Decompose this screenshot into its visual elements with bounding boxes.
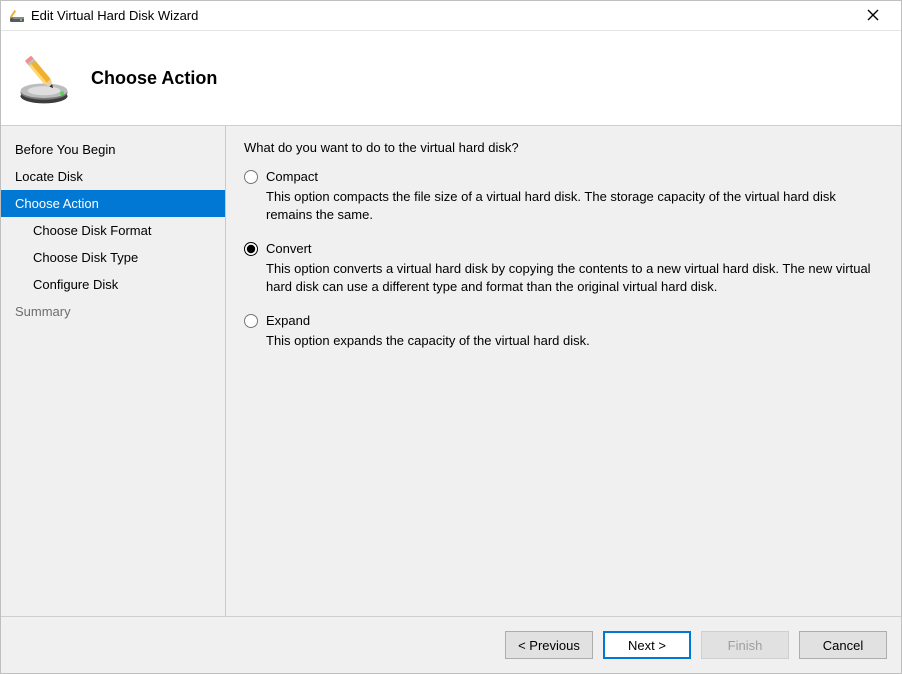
close-button[interactable] bbox=[853, 2, 893, 30]
wizard-window: Edit Virtual Hard Disk Wizard bbox=[0, 0, 902, 674]
disk-pencil-icon bbox=[15, 49, 73, 107]
option-label: Expand bbox=[266, 313, 310, 328]
radio-expand[interactable] bbox=[244, 314, 258, 328]
wizard-header: Choose Action bbox=[1, 31, 901, 126]
next-button[interactable]: Next > bbox=[603, 631, 691, 659]
option-compact-row[interactable]: Compact bbox=[244, 169, 883, 184]
sidebar-item-label: Configure Disk bbox=[33, 277, 118, 292]
wizard-content: What do you want to do to the virtual ha… bbox=[226, 126, 901, 616]
option-description: This option converts a virtual hard disk… bbox=[266, 260, 883, 295]
option-convert: Convert This option converts a virtual ha… bbox=[244, 241, 883, 295]
previous-button[interactable]: < Previous bbox=[505, 631, 593, 659]
sidebar-item-label: Summary bbox=[15, 304, 71, 319]
sidebar-item-label: Choose Disk Format bbox=[33, 223, 151, 238]
sidebar-item-choose-disk-type[interactable]: Choose Disk Type bbox=[1, 244, 225, 271]
sidebar-item-choose-action[interactable]: Choose Action bbox=[1, 190, 225, 217]
sidebar-item-configure-disk[interactable]: Configure Disk bbox=[1, 271, 225, 298]
titlebar: Edit Virtual Hard Disk Wizard bbox=[1, 1, 901, 31]
window-title: Edit Virtual Hard Disk Wizard bbox=[31, 8, 853, 23]
button-bar: < Previous Next > Finish Cancel bbox=[1, 616, 901, 673]
action-options: Compact This option compacts the file siz… bbox=[244, 169, 883, 350]
option-compact: Compact This option compacts the file siz… bbox=[244, 169, 883, 223]
option-expand: Expand This option expands the capacity o… bbox=[244, 313, 883, 350]
wizard-sidebar: Before You Begin Locate Disk Choose Action… bbox=[1, 126, 226, 616]
option-description: This option compacts the file size of a … bbox=[266, 188, 883, 223]
close-icon bbox=[867, 9, 879, 21]
sidebar-item-before-you-begin[interactable]: Before You Begin bbox=[1, 136, 225, 163]
sidebar-item-summary[interactable]: Summary bbox=[1, 298, 225, 325]
page-title: Choose Action bbox=[91, 68, 217, 89]
sidebar-item-label: Locate Disk bbox=[15, 169, 83, 184]
option-label: Convert bbox=[266, 241, 312, 256]
radio-compact[interactable] bbox=[244, 170, 258, 184]
sidebar-item-label: Before You Begin bbox=[15, 142, 115, 157]
cancel-button[interactable]: Cancel bbox=[799, 631, 887, 659]
app-icon bbox=[9, 8, 25, 24]
action-question: What do you want to do to the virtual ha… bbox=[244, 140, 883, 155]
option-expand-row[interactable]: Expand bbox=[244, 313, 883, 328]
finish-button: Finish bbox=[701, 631, 789, 659]
sidebar-item-locate-disk[interactable]: Locate Disk bbox=[1, 163, 225, 190]
wizard-body: Before You Begin Locate Disk Choose Action… bbox=[1, 126, 901, 616]
radio-convert[interactable] bbox=[244, 242, 258, 256]
sidebar-item-choose-disk-format[interactable]: Choose Disk Format bbox=[1, 217, 225, 244]
option-description: This option expands the capacity of the … bbox=[266, 332, 883, 350]
option-label: Compact bbox=[266, 169, 318, 184]
sidebar-item-label: Choose Disk Type bbox=[33, 250, 138, 265]
sidebar-item-label: Choose Action bbox=[15, 196, 99, 211]
option-convert-row[interactable]: Convert bbox=[244, 241, 883, 256]
